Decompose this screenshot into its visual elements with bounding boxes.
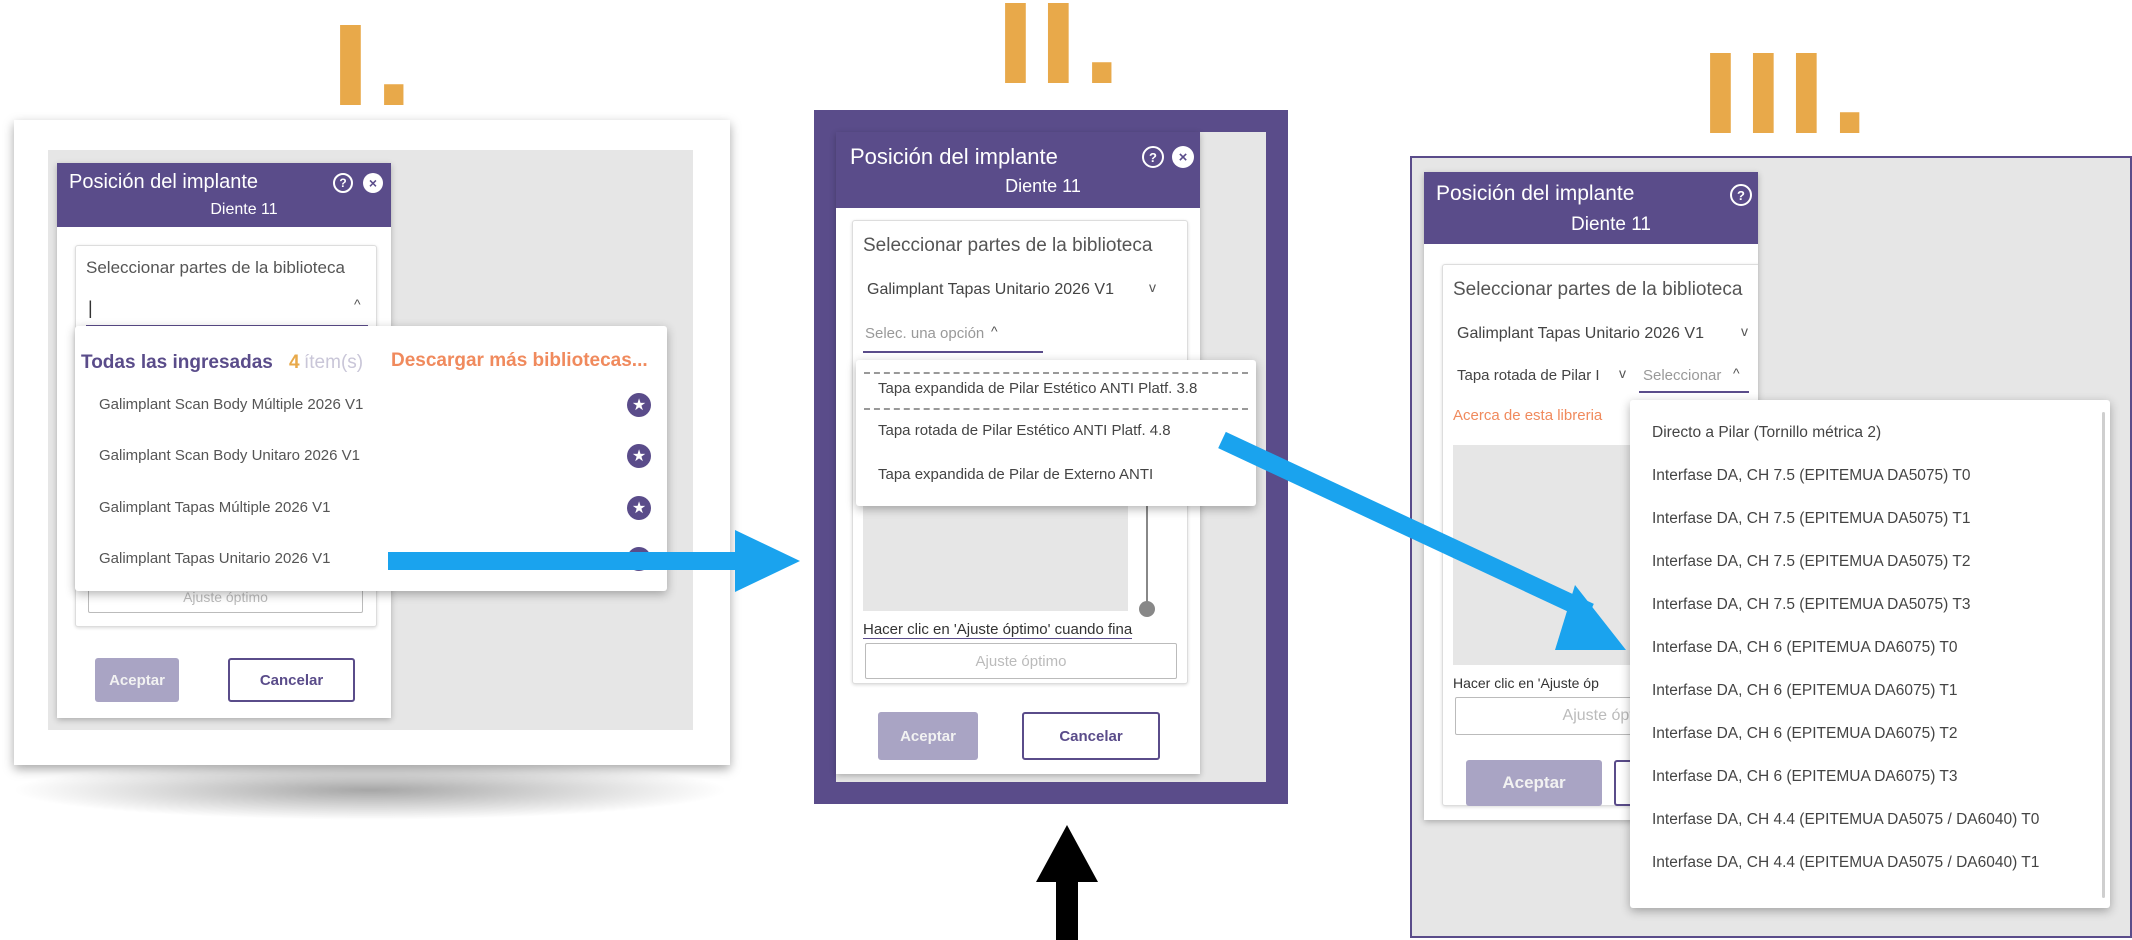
part-option[interactable]: Interfase DA, CH 6 (EPITEMUA DA6075) T0: [1652, 639, 1958, 657]
option-divider: [864, 372, 1248, 374]
library-item[interactable]: Galimplant Tapas Múltiple 2026 V1: [99, 499, 331, 516]
dialog-title: Posición del implante: [850, 144, 1058, 169]
help-circle-icon[interactable]: ?: [333, 173, 353, 193]
slider-handle[interactable]: [1139, 601, 1155, 617]
best-fit-hint: Hacer clic en 'Ajuste óp: [1453, 675, 1599, 691]
library-count: 4: [289, 352, 300, 373]
part-option[interactable]: Interfase DA, CH 7.5 (EPITEMUA DA5075) T…: [1652, 510, 1970, 528]
dialog-subtitle: Diente 11: [210, 201, 278, 218]
dialog-header: Posición del implante Diente 11 ? ×: [57, 163, 391, 227]
dialog-header: Posición del implante Diente 11 ? ×: [1424, 172, 1758, 244]
arrow-head-1: [735, 530, 800, 592]
sub-part-select[interactable]: Seleccionar: [1643, 367, 1721, 384]
section-label: Seleccionar partes de la biblioteca: [1453, 279, 1743, 300]
accept-button[interactable]: Aceptar: [95, 658, 179, 702]
chevron-down-icon[interactable]: v: [1149, 279, 1156, 295]
accept-button[interactable]: Aceptar: [878, 712, 978, 760]
star-icon[interactable]: ★: [627, 496, 651, 520]
step-label-1: I.: [330, 3, 417, 131]
dropdown-scrollbar[interactable]: [2102, 412, 2105, 898]
chevron-up-icon[interactable]: ^: [1733, 365, 1740, 381]
all-libraries-label[interactable]: Todas las ingresadas: [81, 352, 273, 374]
library-item[interactable]: Galimplant Tapas Unitario 2026 V1: [99, 550, 331, 567]
library-select[interactable]: Galimplant Tapas Unitario 2026 V1: [867, 281, 1114, 299]
library-search-input[interactable]: |: [88, 298, 93, 319]
option-item[interactable]: Tapa expandida de Pilar Estético ANTI Pl…: [878, 380, 1197, 397]
chevron-up-icon[interactable]: ^: [354, 296, 361, 312]
part-option[interactable]: Directo a Pilar (Tornillo métrica 2): [1652, 424, 1881, 442]
part-option[interactable]: Interfase DA, CH 7.5 (EPITEMUA DA5075) T…: [1652, 596, 1970, 614]
option-select[interactable]: Selec. una opción: [865, 325, 984, 342]
best-fit-button[interactable]: Ajuste óptimo: [865, 643, 1177, 679]
star-icon[interactable]: ★: [627, 393, 651, 417]
dialog-title: Posición del implante: [69, 171, 258, 193]
help-circle-icon[interactable]: ?: [1730, 184, 1752, 206]
best-fit-hint: Hacer clic en 'Ajuste óptimo' cuando fin…: [863, 621, 1133, 639]
dialog-title: Posición del implante: [1436, 182, 1635, 205]
part-option[interactable]: Interfase DA, CH 4.4 (EPITEMUA DA5075 / …: [1652, 854, 2039, 872]
dialog-header: Posición del implante Diente 11 ? ×: [836, 132, 1200, 208]
chevron-down-icon[interactable]: v: [1619, 365, 1626, 381]
close-circle-icon[interactable]: ×: [1172, 146, 1194, 168]
option-underline: [863, 351, 1043, 353]
option-item[interactable]: Tapa rotada de Pilar Estético ANTI Platf…: [878, 422, 1171, 439]
part-option[interactable]: Interfase DA, CH 4.4 (EPITEMUA DA5075 / …: [1652, 811, 2039, 829]
dialog-subtitle: Diente 11: [1571, 214, 1651, 235]
part-option[interactable]: Interfase DA, CH 7.5 (EPITEMUA DA5075) T…: [1652, 467, 1970, 485]
part-underline: [1639, 391, 1749, 393]
star-icon[interactable]: ★: [627, 547, 651, 571]
part-select[interactable]: Tapa rotada de Pilar I: [1457, 367, 1600, 384]
library-item[interactable]: Galimplant Scan Body Unitaro 2026 V1: [99, 447, 360, 464]
part-option[interactable]: Interfase DA, CH 6 (EPITEMUA DA6075) T2: [1652, 725, 1958, 743]
option-dropdown: Tapa expandida de Pilar Estético ANTI Pl…: [856, 360, 1256, 506]
dialog-subtitle: Diente 11: [1005, 176, 1081, 196]
star-icon[interactable]: ★: [627, 444, 651, 468]
chevron-down-icon[interactable]: v: [1741, 323, 1748, 339]
section-label: Seleccionar partes de la biblioteca: [863, 235, 1153, 256]
download-more-libraries-link[interactable]: Descargar más bibliotecas...: [391, 350, 648, 372]
part-options-dropdown: Directo a Pilar (Tornillo métrica 2) Int…: [1630, 400, 2110, 908]
library-count-unit: ítem(s): [304, 352, 364, 373]
option-item[interactable]: Tapa expandida de Pilar de Externo ANTI: [878, 466, 1153, 483]
library-item[interactable]: Galimplant Scan Body Múltiple 2026 V1: [99, 396, 363, 413]
cancel-button[interactable]: Cancelar: [1022, 712, 1160, 760]
part-option[interactable]: Interfase DA, CH 7.5 (EPITEMUA DA5075) T…: [1652, 553, 1970, 571]
step-label-3: III.: [1700, 31, 1873, 159]
option-item-highlight: [864, 408, 1248, 410]
chevron-up-icon[interactable]: ^: [991, 323, 998, 339]
part-option[interactable]: Interfase DA, CH 6 (EPITEMUA DA6075) T3: [1652, 768, 1958, 786]
help-circle-icon[interactable]: ?: [1142, 146, 1164, 168]
close-circle-icon[interactable]: ×: [363, 173, 383, 193]
library-select[interactable]: Galimplant Tapas Unitario 2026 V1: [1457, 325, 1704, 343]
arrow-head-black: [1036, 825, 1098, 882]
library-dropdown: Todas las ingresadas 4 ítem(s) Descargar…: [75, 326, 667, 591]
section-label: Seleccionar partes de la biblioteca: [86, 258, 345, 277]
about-library-link[interactable]: Acerca de esta libreria: [1453, 407, 1602, 424]
accept-button[interactable]: Aceptar: [1466, 760, 1602, 806]
panel-1-shadow: [10, 760, 730, 820]
cancel-button[interactable]: Cancelar: [228, 658, 355, 702]
step-label-2: II.: [995, 0, 1125, 109]
part-option[interactable]: Interfase DA, CH 6 (EPITEMUA DA6075) T1: [1652, 682, 1958, 700]
